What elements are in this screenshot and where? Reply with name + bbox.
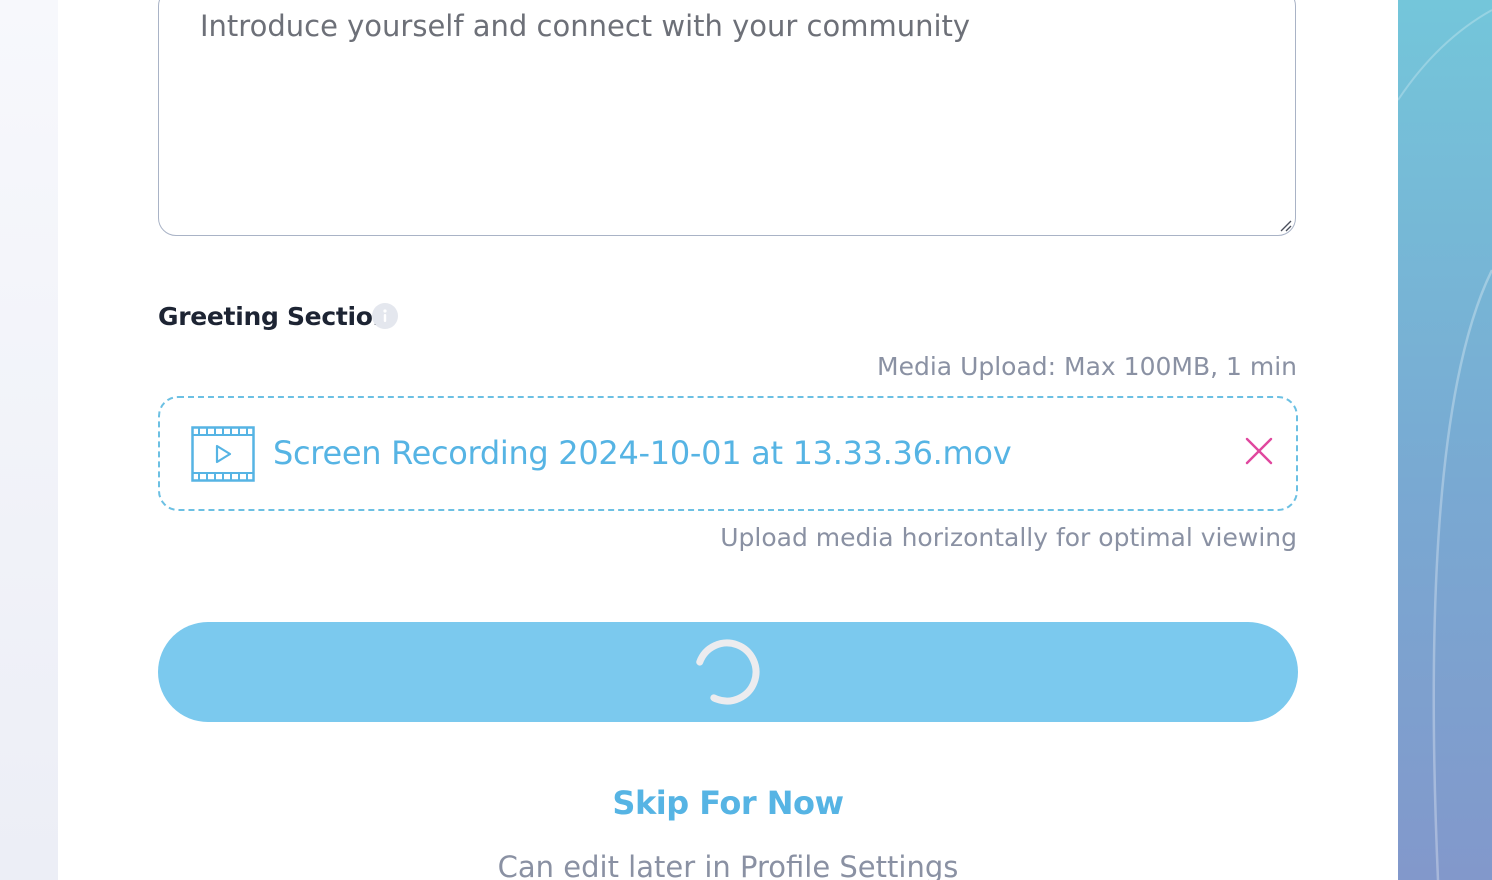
bio-textarea[interactable]: Introduce yourself and connect with your…	[158, 0, 1296, 236]
skip-for-now-link[interactable]: Skip For Now	[158, 784, 1298, 822]
uploaded-file-name: Screen Recording 2024-10-01 at 13.33.36.…	[273, 434, 1012, 472]
greeting-section-label: Greeting Section	[158, 302, 391, 331]
upload-orientation-hint: Upload media horizontally for optimal vi…	[720, 523, 1297, 552]
decorative-side-panel	[1398, 0, 1492, 880]
info-icon[interactable]	[372, 303, 398, 329]
submit-button[interactable]	[158, 622, 1298, 722]
left-gutter	[0, 0, 58, 880]
close-icon[interactable]	[1244, 436, 1274, 466]
video-file-icon	[191, 426, 255, 482]
resize-handle-icon[interactable]	[1278, 218, 1292, 232]
media-upload-limit: Media Upload: Max 100MB, 1 min	[877, 352, 1297, 381]
bio-placeholder: Introduce yourself and connect with your…	[200, 9, 971, 43]
media-upload-box[interactable]: Screen Recording 2024-10-01 at 13.33.36.…	[158, 396, 1298, 511]
decorative-arcs	[1398, 9, 1492, 880]
edit-later-note: Can edit later in Profile Settings	[497, 850, 959, 880]
loading-spinner-icon	[694, 639, 760, 705]
